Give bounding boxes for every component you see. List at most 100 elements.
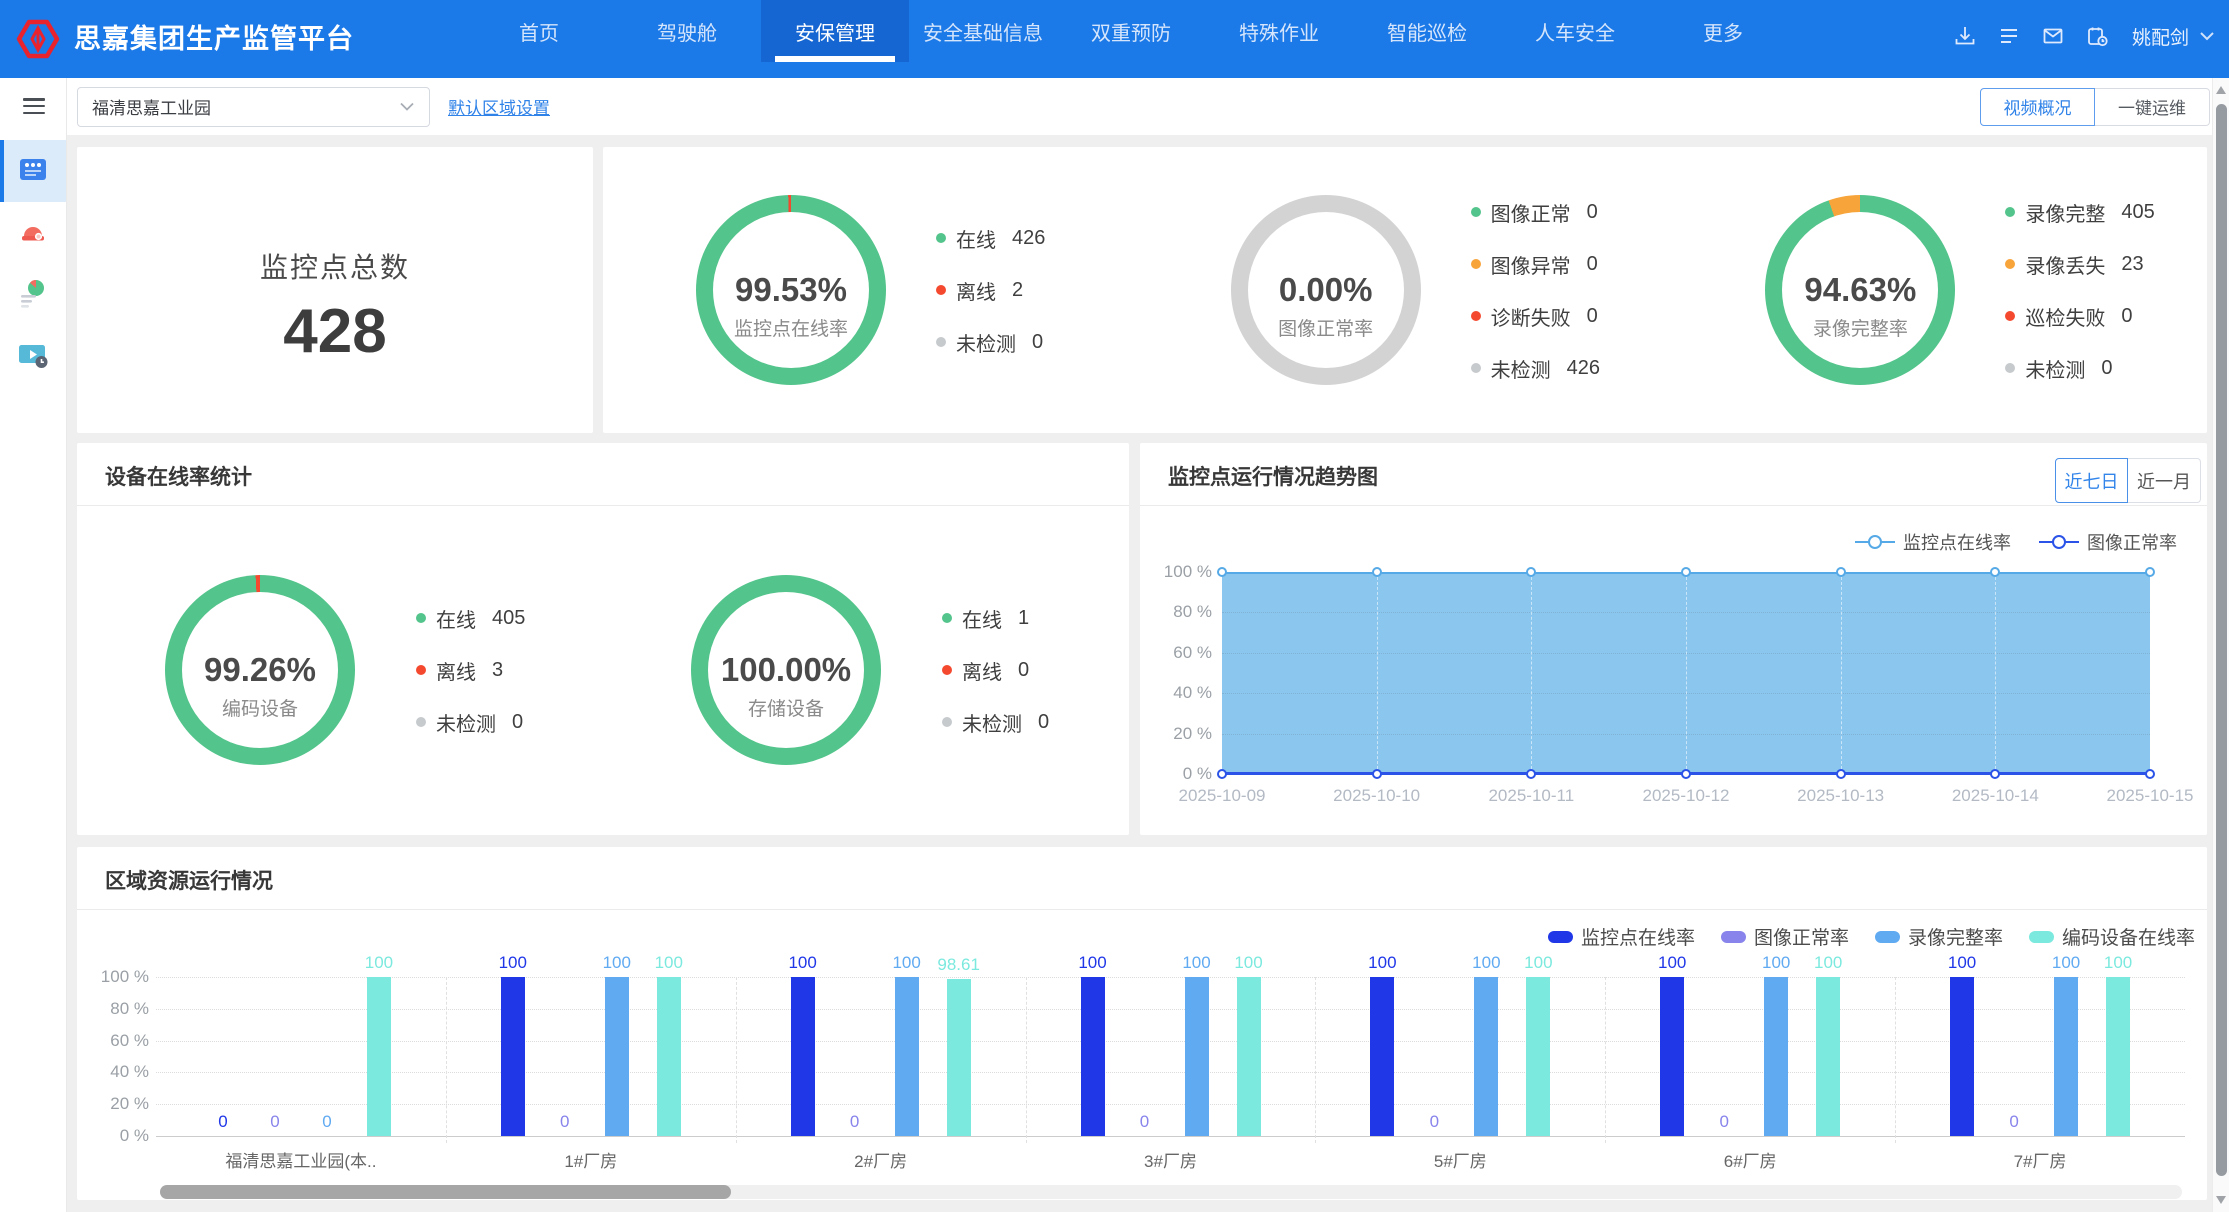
nav-item-9[interactable]: 更多: [1649, 0, 1797, 62]
monitor-wall-icon: [17, 153, 49, 190]
schedule-icon[interactable]: [2084, 23, 2110, 49]
trend-marker: [1681, 769, 1691, 779]
legend-dot: [1471, 207, 1481, 217]
overview-donut-panel-1: 99.53%监控点在线率在线426离线2未检测0: [603, 147, 1138, 433]
sidebar-item-monitor-wall[interactable]: [0, 140, 66, 202]
legend-label: 录像丢失: [2025, 250, 2105, 279]
sidebar-item-video-patrol[interactable]: [0, 326, 66, 388]
bar: [1950, 977, 1974, 1136]
group-separator: [1605, 977, 1606, 1143]
one-key-ops-button[interactable]: 一键运维: [2095, 88, 2210, 126]
download-icon[interactable]: [1952, 23, 1978, 49]
bar-value-label: 100: [1642, 953, 1702, 973]
bar: [501, 977, 525, 1136]
device-donut-panel-2: 100.00%存储设备在线1离线0未检测0: [603, 506, 1129, 834]
category-label: 2#厂房: [736, 1147, 1026, 1172]
range-button-1[interactable]: 近七日: [2055, 458, 2128, 503]
bar: [1081, 977, 1105, 1136]
bar: [1764, 977, 1788, 1136]
y-axis-label: 20 %: [1140, 724, 1212, 744]
trend-legend-item[interactable]: 图像正常率: [2039, 529, 2177, 555]
bar-value-label: 100: [2036, 953, 2096, 973]
video-overview-button[interactable]: 视频概况: [1980, 88, 2095, 126]
trend-marker: [1217, 567, 1227, 577]
donut-legend: 在线405离线3未检测0: [416, 592, 525, 748]
scroll-up-icon[interactable]: [2216, 86, 2226, 94]
legend-item: 未检测 0: [936, 316, 1045, 368]
donut-percent: 94.63%: [1804, 272, 1916, 308]
donut-center: 0.00%图像正常率: [1248, 212, 1404, 368]
donut-chart: 94.63%录像完整率: [1765, 195, 1955, 385]
legend-square: [1721, 931, 1746, 943]
sidebar-item-alarm[interactable]: [0, 202, 66, 264]
x-axis-label: 2025-10-13: [1781, 786, 1901, 806]
legend-item: 离线0: [942, 644, 1049, 696]
legend-value: 0: [1038, 711, 1049, 734]
user-menu[interactable]: 姚配剑: [2132, 23, 2215, 50]
bar: [895, 977, 919, 1136]
horizontal-scrollbar[interactable]: [160, 1185, 2182, 1199]
vertical-scrollbar[interactable]: [2212, 78, 2229, 1212]
bar-value-label: 100: [2088, 953, 2148, 973]
legend-dot: [942, 613, 952, 623]
nav-item-8[interactable]: 人车安全: [1501, 0, 1649, 62]
region-card-title: 区域资源运行情况: [105, 865, 273, 895]
group-separator: [736, 977, 737, 1143]
donut-legend: 在线1离线0未检测0: [942, 592, 1049, 748]
nav-item-1[interactable]: 首页: [465, 0, 613, 62]
log-list-icon[interactable]: [1996, 23, 2022, 49]
line-marker-icon: [2039, 535, 2079, 549]
collapse-menu-icon[interactable]: [23, 98, 45, 114]
sidebar-item-pie-report[interactable]: [0, 264, 66, 326]
bar-value-label: 0: [297, 1112, 357, 1132]
nav-item-6[interactable]: 特殊作业: [1205, 0, 1353, 62]
gridline: [156, 1072, 2185, 1073]
vertical-scrollbar-thumb[interactable]: [2216, 104, 2227, 1176]
horizontal-scrollbar-thumb[interactable]: [160, 1185, 731, 1199]
nav-item-5[interactable]: 双重预防: [1057, 0, 1205, 62]
mail-icon[interactable]: [2040, 23, 2066, 49]
overview-donuts-card: 99.53%监控点在线率在线426离线2未检测00.00%图像正常率图像正常0图…: [603, 147, 2207, 433]
bar-value-label: 0: [825, 1112, 885, 1132]
legend-value: 0: [1032, 331, 1043, 354]
overview-donut-panel-3: 94.63%录像完整率录像完整405录像丢失23巡检失败0未检测0: [1672, 147, 2207, 433]
bar-value-label: 100: [1219, 953, 1279, 973]
trend-legend-item[interactable]: 监控点在线率: [1855, 529, 2011, 555]
category-label: 5#厂房: [1315, 1147, 1605, 1172]
legend-item: 未检测0: [2005, 342, 2154, 394]
nav-item-4[interactable]: 安全基础信息: [909, 0, 1057, 62]
bar-value-label: 0: [1694, 1112, 1754, 1132]
legend-value: 0: [2121, 305, 2132, 328]
legend-label: 离线: [436, 656, 476, 685]
region-legend-item[interactable]: 录像完整率: [1875, 923, 2003, 950]
legend-dot: [2005, 363, 2015, 373]
bar: [1474, 977, 1498, 1136]
nav-item-7[interactable]: 智能巡检: [1353, 0, 1501, 62]
default-region-link[interactable]: 默认区域设置: [448, 94, 550, 119]
legend-square: [1548, 931, 1573, 943]
legend-label: 未检测: [956, 328, 1016, 357]
nav-item-3[interactable]: 安保管理: [761, 0, 909, 62]
donut-chart: 99.53%监控点在线率: [696, 195, 886, 385]
legend-value: 426: [1012, 227, 1045, 250]
trend-marker: [1836, 567, 1846, 577]
legend-label: 离线: [956, 276, 996, 305]
region-legend-item[interactable]: 图像正常率: [1721, 923, 1849, 950]
legend-label: 图像正常: [1491, 198, 1571, 227]
device-online-card: 设备在线率统计 99.26%编码设备在线405离线3未检测0100.00%存储设…: [77, 443, 1129, 835]
pie-report-icon: [17, 277, 49, 314]
region-legend-item[interactable]: 监控点在线率: [1548, 923, 1695, 950]
donut-label: 图像正常率: [1278, 314, 1373, 341]
bar-value-label: 100: [1456, 953, 1516, 973]
bar-value-label: 100: [587, 953, 647, 973]
region-legend-item[interactable]: 编码设备在线率: [2029, 923, 2195, 950]
nav-item-2[interactable]: 驾驶舱: [613, 0, 761, 62]
y-axis-label: 100 %: [1140, 562, 1212, 582]
scroll-down-icon[interactable]: [2216, 1196, 2226, 1204]
region-select[interactable]: 福清思嘉工业园: [77, 87, 430, 127]
device-card-title: 设备在线率统计: [105, 461, 252, 491]
legend-value: 0: [1587, 305, 1598, 328]
bar-value-label: 100: [483, 953, 543, 973]
bar-value-label: 100: [773, 953, 833, 973]
donut-label: 存储设备: [748, 694, 824, 721]
